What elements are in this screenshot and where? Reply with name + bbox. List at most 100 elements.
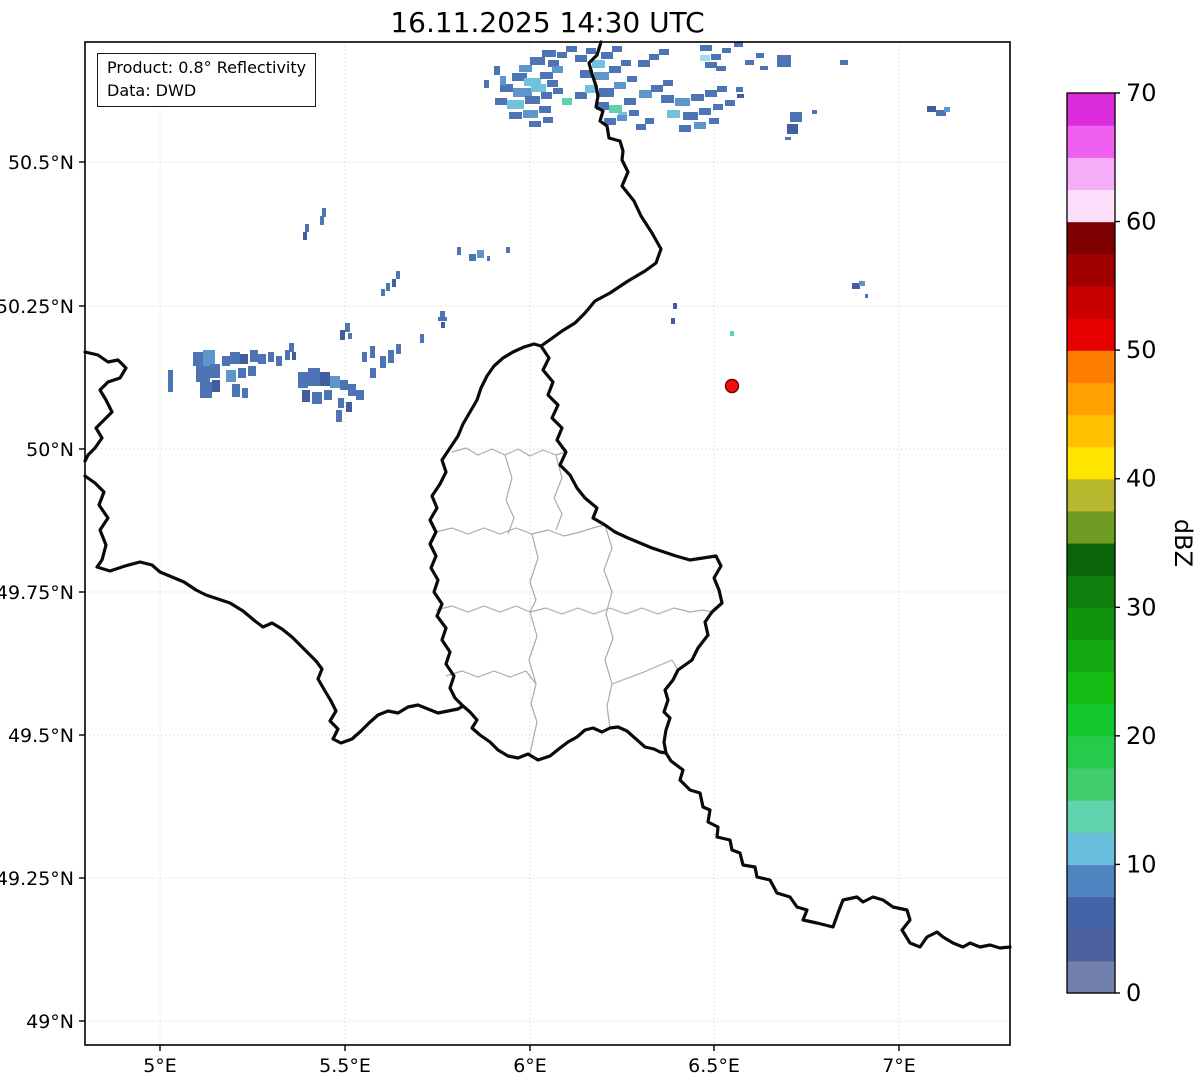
radar-echo-cell xyxy=(230,352,240,364)
radar-figure: 16.11.2025 14:30 UTC 5°E5.5°E6°E6.5°E7°E… xyxy=(0,0,1202,1081)
radar-echo-cell xyxy=(614,82,626,89)
colorbar-tick-label: 20 xyxy=(1126,722,1157,750)
radar-echo-cell xyxy=(812,110,817,114)
radar-echo-cell xyxy=(745,60,754,65)
colorbar-segment xyxy=(1067,832,1115,865)
radar-echo-cell xyxy=(276,356,282,366)
colorbar-segment xyxy=(1067,961,1115,994)
colorbar-segment xyxy=(1067,479,1115,512)
radar-echo-cell xyxy=(523,110,538,118)
radar-echo-cell xyxy=(340,380,348,390)
colorbar-tick-label: 70 xyxy=(1126,79,1157,107)
radar-echo-cell xyxy=(594,72,609,80)
canton-border-line xyxy=(605,614,613,728)
y-tick-label: 49.25°N xyxy=(0,868,74,890)
luxembourg-outline xyxy=(430,344,722,760)
radar-echo-cell xyxy=(500,76,506,85)
radar-echo-cell xyxy=(338,398,344,408)
canton-border-line xyxy=(612,660,678,684)
radar-echo-cell xyxy=(396,344,401,354)
colorbar-segment xyxy=(1067,318,1115,351)
givet-salient xyxy=(85,352,126,461)
radar-echo-cell xyxy=(346,402,352,412)
radar-echo-cell xyxy=(756,53,764,58)
radar-echo-cell xyxy=(852,283,860,289)
x-tick-label: 6°E xyxy=(513,1055,547,1077)
radar-echo-cell xyxy=(671,318,675,324)
colorbar-segment xyxy=(1067,382,1115,415)
data-source-label: Data: DWD xyxy=(107,80,306,103)
canton-border-line xyxy=(446,671,536,684)
radar-echo-cell xyxy=(469,254,476,261)
radar-echo-cell xyxy=(624,98,636,105)
colorbar-tick-label: 0 xyxy=(1126,979,1141,1007)
radar-echo-cell xyxy=(636,124,646,130)
colorbar-segment xyxy=(1067,607,1115,640)
radar-echo-cell xyxy=(790,112,802,122)
radar-echo-cell xyxy=(609,66,621,73)
radar-echo-cell xyxy=(612,46,622,52)
radar-echo-cell xyxy=(700,55,710,61)
radar-echo-cell xyxy=(441,322,445,328)
radar-echo-cell xyxy=(438,317,447,321)
colorbar-segment xyxy=(1067,929,1115,962)
radar-echo-cell xyxy=(736,87,743,92)
radar-echo-cell xyxy=(303,232,307,240)
france-germany xyxy=(666,753,1010,948)
radar-echo-cell xyxy=(238,368,246,378)
radar-echo-cell xyxy=(305,224,309,232)
radar-echo-cell xyxy=(348,384,356,396)
radar-echo-cell xyxy=(865,294,868,298)
canton-borders xyxy=(436,448,712,754)
radar-echo-cell xyxy=(713,104,723,110)
canton-border-line xyxy=(436,525,605,536)
radar-echo-cell xyxy=(196,366,210,382)
radar-echo-cell xyxy=(392,279,396,287)
radar-echo-cell xyxy=(477,250,484,258)
radar-echo-cell xyxy=(203,350,215,366)
radar-echo-cell xyxy=(500,84,513,92)
radar-echo-cell xyxy=(320,372,330,386)
radar-echo-cell xyxy=(539,106,551,113)
radar-echo-cell xyxy=(566,46,577,52)
x-tick-label: 5°E xyxy=(143,1055,177,1077)
radar-echo-cell xyxy=(617,115,627,121)
radar-echo-cell xyxy=(506,247,510,253)
radar-echo-cell xyxy=(700,45,712,51)
radar-echo-cell xyxy=(541,92,552,99)
radar-echo-cell xyxy=(725,100,735,106)
radar-echo-cell xyxy=(717,86,727,92)
radar-echo-cell xyxy=(320,216,324,225)
axes: 5°E5.5°E6°E6.5°E7°E50.5°N50.25°N50°N49.7… xyxy=(0,42,1010,1077)
radar-echo-cell xyxy=(699,108,711,115)
radar-echo-cell xyxy=(785,137,791,140)
colorbar-tick-label: 40 xyxy=(1126,465,1157,493)
y-tick-label: 49.5°N xyxy=(8,725,74,747)
radar-echo-cell xyxy=(168,370,173,392)
colorbar-segment xyxy=(1067,672,1115,705)
radar-echo-cell xyxy=(592,60,605,68)
product-annotation-box: Product: 0.8° Reflectivity Data: DWD xyxy=(97,53,316,107)
radar-station-marker xyxy=(726,380,739,393)
radar-echo-cell xyxy=(716,66,726,71)
radar-echo-cell xyxy=(575,92,587,99)
radar-echo-cell xyxy=(494,66,500,75)
radar-echo-cell xyxy=(540,72,553,79)
radar-echo-cell xyxy=(659,49,669,55)
radar-echo-cell xyxy=(396,271,400,279)
canton-border-line xyxy=(604,525,612,614)
radar-echo-cell xyxy=(487,256,490,261)
gridlines xyxy=(85,42,1010,1045)
radar-echo-cell xyxy=(639,90,652,98)
colorbar-segment xyxy=(1067,768,1115,801)
radar-echo-cell xyxy=(562,98,572,105)
radar-echo-cell xyxy=(513,88,532,97)
radar-echo-cell xyxy=(711,54,721,60)
radar-echo-cell xyxy=(944,107,950,112)
radar-echo-cell xyxy=(388,350,394,363)
radar-echo-cell xyxy=(509,112,522,119)
colorbar-segment xyxy=(1067,800,1115,833)
radar-echo-cell xyxy=(484,80,489,88)
colorbar-segment xyxy=(1067,639,1115,672)
radar-echo-cell xyxy=(601,52,613,59)
